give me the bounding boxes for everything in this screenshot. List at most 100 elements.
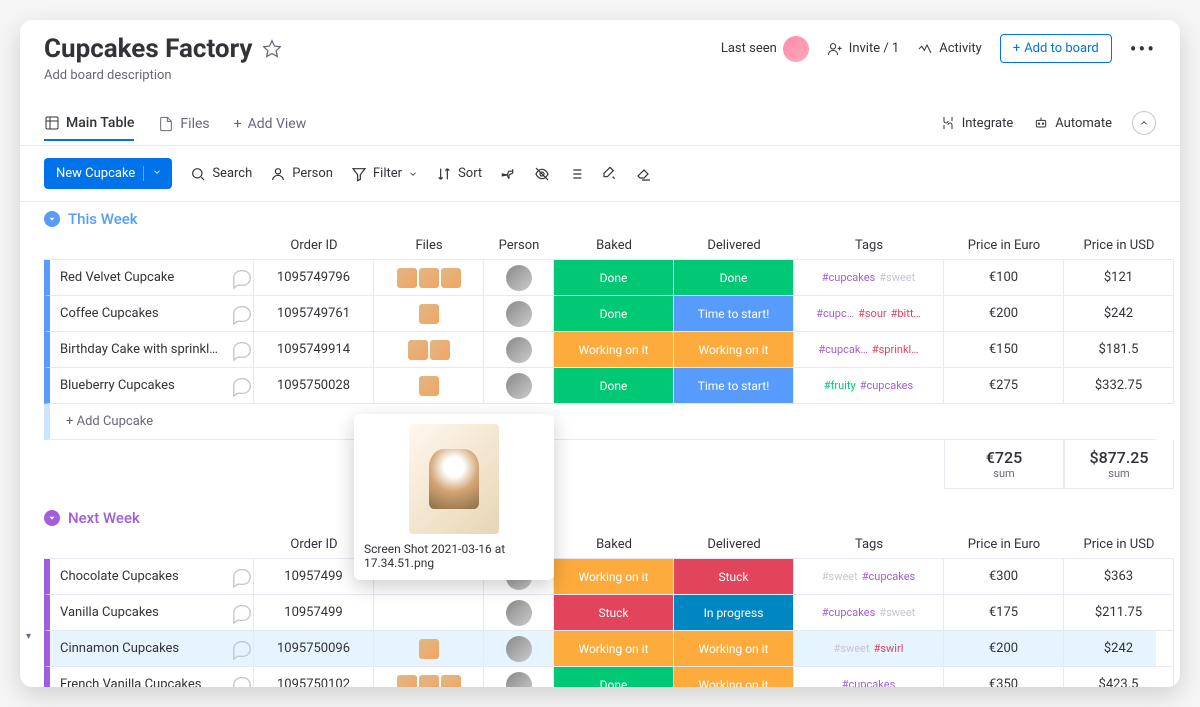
chat-icon[interactable]: [231, 303, 253, 325]
file-thumb[interactable]: [441, 675, 461, 688]
delivered-status[interactable]: Stuck: [674, 559, 794, 595]
column-header[interactable]: Order ID: [254, 232, 374, 260]
column-header[interactable]: Person: [484, 232, 554, 260]
person-filter[interactable]: Person: [270, 166, 333, 182]
order-id-cell[interactable]: 1095749914: [254, 332, 374, 368]
more-menu[interactable]: •••: [1130, 37, 1156, 61]
file-thumb[interactable]: [441, 268, 461, 288]
automate-button[interactable]: Automate: [1033, 115, 1112, 131]
baked-status[interactable]: Working on it: [554, 559, 674, 595]
file-thumb[interactable]: [408, 340, 428, 360]
delivered-status[interactable]: Done: [674, 260, 794, 296]
chat-icon[interactable]: [231, 566, 253, 588]
last-seen[interactable]: Last seen: [721, 36, 809, 62]
column-header[interactable]: Delivered: [674, 232, 794, 260]
price-euro-cell[interactable]: €350: [944, 667, 1064, 687]
erase-button[interactable]: [636, 166, 652, 182]
new-item-button[interactable]: New Cupcake: [44, 158, 172, 189]
files-cell[interactable]: [374, 631, 484, 667]
order-id-cell[interactable]: 1095750028: [254, 368, 374, 404]
person-cell[interactable]: [484, 595, 554, 631]
order-id-cell[interactable]: 1095750102: [254, 667, 374, 687]
price-euro-cell[interactable]: €200: [944, 631, 1064, 667]
tags-cell[interactable]: #cupcakes#sweet: [794, 595, 944, 631]
delivered-status[interactable]: Time to start!: [674, 368, 794, 404]
delivered-status[interactable]: Time to start!: [674, 296, 794, 332]
order-id-cell[interactable]: 1095750096: [254, 631, 374, 667]
height-button[interactable]: [568, 166, 584, 182]
chat-icon[interactable]: [231, 638, 253, 660]
column-header[interactable]: Tags: [794, 531, 944, 559]
price-euro-cell[interactable]: €100: [944, 260, 1064, 296]
chat-icon[interactable]: [231, 267, 253, 289]
file-thumb[interactable]: [419, 304, 439, 324]
file-thumb[interactable]: [419, 639, 439, 659]
chat-icon[interactable]: [231, 674, 253, 688]
chat-icon[interactable]: [231, 602, 253, 624]
files-cell[interactable]: [374, 368, 484, 404]
row-name-cell[interactable]: Cinnamon Cupcakes: [44, 631, 254, 667]
chevron-down-icon[interactable]: [143, 166, 162, 181]
order-id-cell[interactable]: 10957499: [254, 595, 374, 631]
row-name-cell[interactable]: Red Velvet Cupcake: [44, 260, 254, 296]
add-view-button[interactable]: + Add View: [234, 106, 307, 140]
order-id-cell[interactable]: 1095749796: [254, 260, 374, 296]
color-button[interactable]: [602, 166, 618, 182]
baked-status[interactable]: Working on it: [554, 332, 674, 368]
price-euro-cell[interactable]: €175: [944, 595, 1064, 631]
pin-button[interactable]: [500, 166, 516, 182]
row-name-cell[interactable]: French Vanilla Cupcakes: [44, 667, 254, 687]
files-cell[interactable]: [374, 296, 484, 332]
baked-status[interactable]: Stuck: [554, 595, 674, 631]
column-header[interactable]: Price in Euro: [944, 531, 1064, 559]
file-thumb[interactable]: [419, 376, 439, 396]
files-cell[interactable]: [374, 595, 484, 631]
group-toggle[interactable]: [44, 510, 60, 526]
person-cell[interactable]: [484, 631, 554, 667]
files-cell[interactable]: [374, 332, 484, 368]
tags-cell[interactable]: #cupcakes: [794, 667, 944, 687]
price-usd-cell[interactable]: $332.75: [1064, 368, 1174, 404]
person-cell[interactable]: [484, 260, 554, 296]
price-euro-cell[interactable]: €275: [944, 368, 1064, 404]
price-euro-cell[interactable]: €150: [944, 332, 1064, 368]
file-thumb[interactable]: [430, 340, 450, 360]
tab-files[interactable]: Files: [158, 106, 209, 140]
file-thumb[interactable]: [397, 675, 417, 688]
column-header[interactable]: [44, 531, 254, 559]
person-cell[interactable]: [484, 667, 554, 687]
price-usd-cell[interactable]: $181.5: [1064, 332, 1174, 368]
activity-button[interactable]: Activity: [917, 41, 982, 57]
board-title[interactable]: Cupcakes Factory: [44, 34, 252, 64]
delivered-status[interactable]: Working on it: [674, 631, 794, 667]
column-header[interactable]: Baked: [554, 531, 674, 559]
row-name-cell[interactable]: Coffee Cupcakes: [44, 296, 254, 332]
price-euro-cell[interactable]: €300: [944, 559, 1064, 595]
star-icon[interactable]: [262, 39, 282, 59]
file-thumb[interactable]: [419, 675, 439, 688]
column-header[interactable]: Delivered: [674, 531, 794, 559]
delivered-status[interactable]: Working on it: [674, 667, 794, 687]
column-header[interactable]: Baked: [554, 232, 674, 260]
price-usd-cell[interactable]: $423.5: [1064, 667, 1174, 687]
row-name-cell[interactable]: Vanilla Cupcakes: [44, 595, 254, 631]
column-header[interactable]: Price in USD: [1064, 531, 1174, 559]
baked-status[interactable]: Done: [554, 296, 674, 332]
invite-button[interactable]: Invite / 1: [827, 41, 899, 57]
file-thumb[interactable]: [397, 268, 417, 288]
tags-cell[interactable]: #fruity#cupcakes: [794, 368, 944, 404]
person-cell[interactable]: [484, 332, 554, 368]
person-cell[interactable]: [484, 296, 554, 332]
baked-status[interactable]: Done: [554, 260, 674, 296]
tags-cell[interactable]: #cupcak…#sprinkl…: [794, 332, 944, 368]
add-item-row[interactable]: + Add Cupcake: [44, 404, 1156, 440]
tags-cell[interactable]: #sweet#cupcakes: [794, 559, 944, 595]
board-description[interactable]: Add board description: [44, 68, 282, 83]
row-name-cell[interactable]: Blueberry Cupcakes: [44, 368, 254, 404]
file-thumb[interactable]: [419, 268, 439, 288]
row-marker[interactable]: ▾: [26, 631, 31, 642]
column-header[interactable]: Tags: [794, 232, 944, 260]
price-usd-cell[interactable]: $211.75: [1064, 595, 1174, 631]
baked-status[interactable]: Working on it: [554, 631, 674, 667]
column-header[interactable]: Price in Euro: [944, 232, 1064, 260]
